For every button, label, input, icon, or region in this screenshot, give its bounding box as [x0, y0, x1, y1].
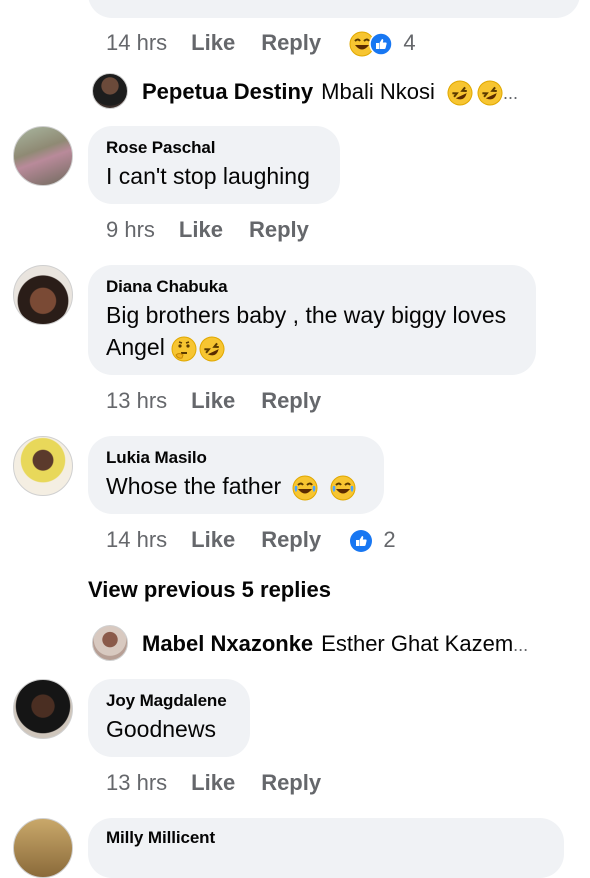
reply-author-name[interactable]: Pepetua Destiny — [142, 79, 313, 104]
comment-author-name[interactable]: Rose Paschal — [106, 138, 322, 158]
avatar[interactable] — [92, 625, 128, 661]
rofl-emoji-icon — [477, 80, 503, 106]
comment-time[interactable]: 14 hrs — [106, 30, 167, 55]
comment-text: Big brothers baby , the way biggy loves … — [106, 299, 518, 363]
avatar[interactable] — [13, 818, 73, 878]
comment-text-line: Angel — [106, 334, 165, 360]
like-button[interactable]: Like — [191, 770, 235, 795]
comment-meta: 9 hrs Like Reply — [106, 217, 331, 243]
like-reaction-icon — [369, 32, 393, 56]
comment-bubble: Diana Chabuka Big brothers baby , the wa… — [88, 265, 536, 375]
comment-meta: 14 hrs Like Reply 2 — [106, 527, 396, 553]
reply-button[interactable]: Reply — [261, 527, 321, 552]
reply-preview[interactable]: Pepetua Destiny Mbali Nkosi ... — [142, 79, 518, 106]
comment-author-name[interactable]: Diana Chabuka — [106, 277, 518, 297]
ellipsis: ... — [513, 635, 529, 655]
comment-bubble-cutoff — [88, 0, 580, 18]
thinking-emoji-icon — [171, 336, 197, 362]
reply-button[interactable]: Reply — [249, 217, 309, 242]
comment-text-content: Whose the father — [106, 473, 282, 499]
comment-time[interactable]: 13 hrs — [106, 770, 167, 795]
ellipsis: ... — [503, 83, 519, 103]
reply-preview-text: Esther Ghat Kazem — [321, 631, 514, 656]
avatar[interactable] — [92, 73, 128, 109]
avatar[interactable] — [13, 265, 73, 325]
like-button[interactable]: Like — [179, 217, 223, 242]
rofl-emoji-icon — [447, 80, 473, 106]
comment-text: I can't stop laughing — [106, 163, 310, 189]
avatar[interactable] — [13, 436, 73, 496]
comment-bubble: Rose Paschal I can't stop laughing — [88, 126, 340, 204]
reaction-count: 4 — [403, 30, 416, 55]
comment-text-line: Big brothers baby , the way biggy loves — [106, 302, 507, 328]
reply-button[interactable]: Reply — [261, 30, 321, 55]
reply-preview-text: Mbali Nkosi — [321, 79, 435, 104]
reply-preview[interactable]: Mabel Nxazonke Esther Ghat Kazem... — [142, 631, 528, 657]
joy-emoji-icon — [330, 475, 356, 501]
comment-author-name[interactable]: Lukia Masilo — [106, 448, 366, 468]
comment-meta: 14 hrs Like Reply 4 — [106, 30, 416, 57]
reactions-summary[interactable]: 2 — [343, 527, 396, 553]
joy-emoji-icon — [292, 475, 318, 501]
reactions-summary[interactable]: 4 — [343, 30, 416, 57]
avatar[interactable] — [13, 126, 73, 186]
comment-bubble: Milly Millicent — [88, 818, 564, 878]
rofl-emoji-icon — [199, 336, 225, 362]
like-reaction-icon — [350, 530, 373, 553]
reply-button[interactable]: Reply — [261, 770, 321, 795]
like-button[interactable]: Like — [191, 527, 235, 552]
avatar[interactable] — [13, 679, 73, 739]
comment-meta: 13 hrs Like Reply — [106, 770, 343, 796]
reaction-count: 2 — [383, 527, 396, 552]
comment-text: Whose the father — [106, 470, 366, 502]
comment-meta: 13 hrs Like Reply — [106, 388, 343, 414]
comment-author-name[interactable]: Joy Magdalene — [106, 691, 232, 711]
comment-bubble: Lukia Masilo Whose the father — [88, 436, 384, 514]
reply-author-name[interactable]: Mabel Nxazonke — [142, 631, 313, 656]
comment-bubble: Joy Magdalene Goodnews — [88, 679, 250, 757]
reply-button[interactable]: Reply — [261, 388, 321, 413]
comment-time[interactable]: 13 hrs — [106, 388, 167, 413]
like-button[interactable]: Like — [191, 388, 235, 413]
like-button[interactable]: Like — [191, 30, 235, 55]
comment-time[interactable]: 9 hrs — [106, 217, 155, 242]
comment-time[interactable]: 14 hrs — [106, 527, 167, 552]
view-previous-replies-link[interactable]: View previous 5 replies — [88, 577, 331, 603]
comment-text: Goodnews — [106, 716, 216, 742]
comment-author-name[interactable]: Milly Millicent — [106, 828, 546, 848]
